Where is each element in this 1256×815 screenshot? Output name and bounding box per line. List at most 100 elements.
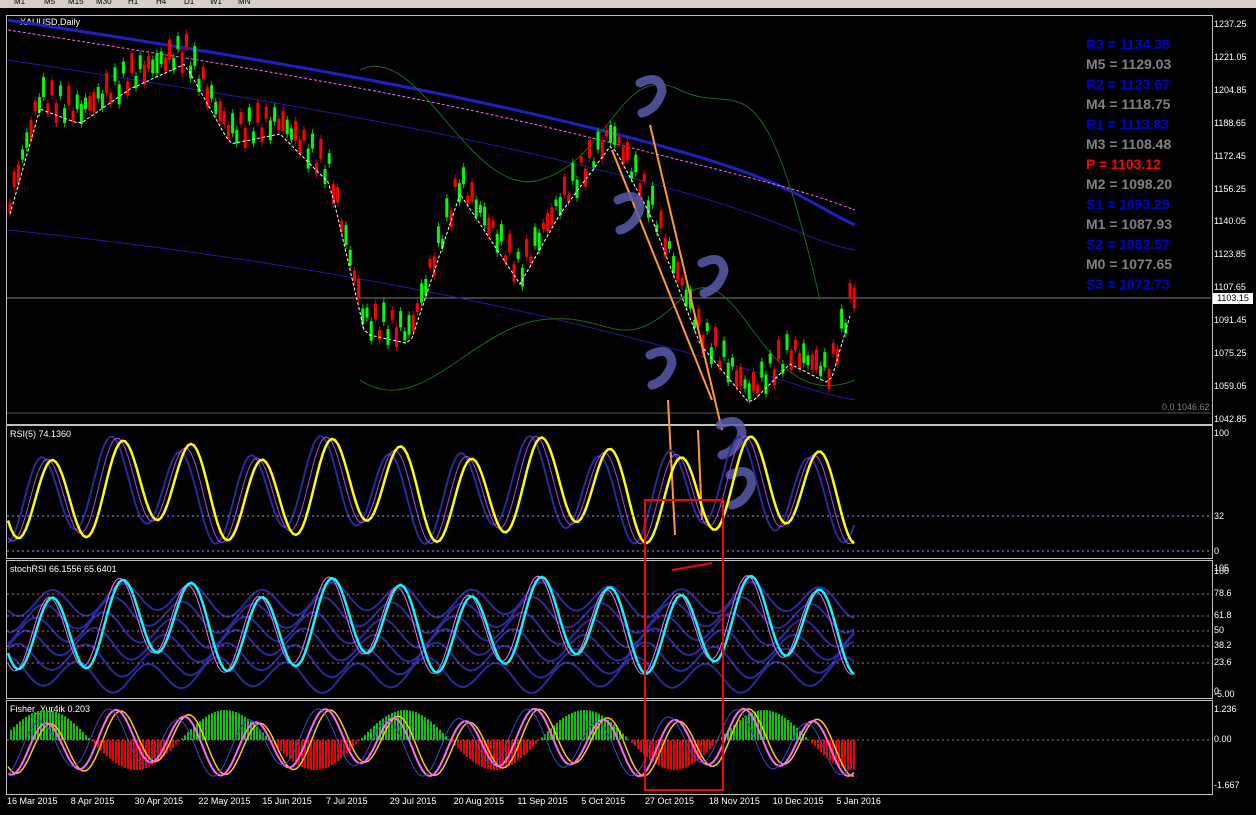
price-tick: 1204.85 (1214, 84, 1247, 95)
moving-average (7, 29, 856, 211)
fisher-bar (298, 740, 300, 766)
candle (50, 80, 54, 96)
pivot-level: S2 = 1082.57 (1086, 236, 1170, 252)
candle (235, 129, 239, 144)
fisher-bar (712, 740, 714, 747)
fisher-bar (82, 731, 84, 740)
candle (336, 187, 340, 203)
candle (63, 108, 67, 124)
candle (772, 369, 776, 386)
candle (562, 176, 566, 195)
price-tick: 1091.45 (1214, 315, 1247, 326)
pivot-level: R3 = 1134.38 (1086, 36, 1170, 52)
candle (201, 66, 205, 80)
candle (550, 207, 554, 226)
price-tick: 1172.45 (1214, 150, 1246, 161)
candle (344, 225, 348, 245)
candle (176, 36, 180, 50)
pivot-level: P = 1103.12 (1086, 156, 1161, 172)
candle (525, 239, 529, 257)
candle (113, 67, 117, 82)
price-tick: 1107.65 (1214, 282, 1246, 293)
fisher-bar (367, 731, 369, 740)
candle (466, 195, 470, 204)
candle (806, 355, 810, 366)
candle (415, 303, 419, 313)
candle (239, 112, 243, 125)
annotation-stroke (635, 74, 667, 118)
price-tick: 1075.25 (1214, 348, 1247, 358)
fisher-bar (559, 720, 561, 740)
candle (210, 85, 214, 99)
fisher-bar (364, 734, 366, 740)
candle (575, 179, 579, 198)
fisher-tick: 1.236 (1214, 704, 1237, 714)
rsi-tick: 0 (1214, 546, 1220, 556)
fisher-bar (526, 740, 528, 753)
candle (294, 120, 298, 141)
fisher-bar (397, 710, 399, 740)
candle (54, 103, 58, 123)
candle (264, 106, 268, 119)
fisher-bar (478, 740, 480, 766)
candle (588, 139, 592, 159)
fisher-bar (664, 740, 666, 769)
candle (319, 138, 323, 159)
candle (323, 169, 327, 185)
pivot-level: M5 = 1129.03 (1086, 56, 1172, 72)
fisher-bar (331, 740, 333, 765)
fisher-bar (565, 716, 567, 740)
candle (84, 97, 88, 109)
fisher-bar (427, 719, 429, 740)
pivot-level: M0 = 1077.65 (1086, 256, 1173, 272)
candle (281, 110, 285, 131)
candle (378, 330, 382, 340)
candle (403, 331, 407, 341)
band-line (7, 59, 856, 251)
candle (243, 127, 247, 148)
fisher-bar (436, 727, 438, 740)
candle (781, 363, 785, 374)
candle (768, 353, 772, 364)
candle (121, 61, 125, 74)
candle (386, 328, 390, 345)
candle (474, 199, 478, 217)
fisher-bar (16, 724, 18, 740)
fisher-bar (85, 735, 87, 740)
fisher-bar (457, 740, 459, 749)
candle (428, 258, 432, 268)
candle (138, 55, 142, 70)
fisher-bar (313, 740, 315, 770)
candle (823, 352, 827, 368)
fisher-bar (103, 740, 105, 754)
date-label: 20 Aug 2015 (453, 796, 505, 806)
date-label: 10 Dec 2015 (772, 796, 824, 806)
fisher-bar (238, 713, 240, 740)
candle (793, 339, 797, 350)
candle (268, 120, 272, 141)
fisher-bar (523, 740, 525, 756)
candle (289, 128, 293, 140)
fisher-bar (790, 722, 792, 740)
fisher-bar (127, 740, 129, 769)
stochrsi-tick: 38.2 (1214, 640, 1232, 650)
fisher-bar (403, 710, 405, 740)
fisher-bar (355, 740, 357, 745)
candle (487, 217, 491, 236)
candle (676, 261, 680, 281)
fisher-bar (625, 736, 627, 740)
fisher-bar (184, 735, 186, 740)
candle (814, 349, 818, 370)
candle (684, 289, 688, 307)
candle (705, 322, 709, 332)
fisher-bar (547, 731, 549, 740)
candle (726, 362, 730, 383)
fisher-bar (571, 712, 573, 740)
candle (218, 101, 222, 122)
fisher-bar (466, 740, 468, 757)
fisher-bar (667, 740, 669, 770)
candle (151, 59, 155, 74)
date-label: 8 Apr 2015 (70, 796, 115, 806)
fisher-bar (439, 729, 441, 740)
fisher-bar (226, 710, 228, 740)
